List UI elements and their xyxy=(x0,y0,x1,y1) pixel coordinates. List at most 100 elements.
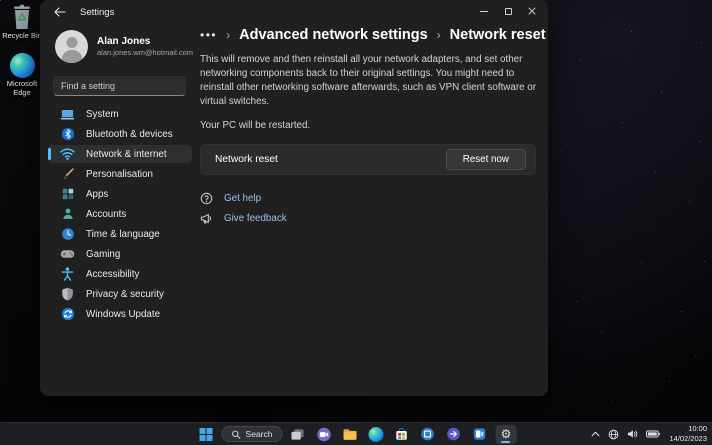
sidebar-item-label: Privacy & security xyxy=(86,289,164,300)
search-icon xyxy=(232,430,241,439)
windows-logo-icon xyxy=(200,428,213,441)
sidebar-item-bluetooth-devices[interactable]: Bluetooth & devices xyxy=(48,125,192,143)
card-label: Network reset xyxy=(215,154,278,165)
sidebar-item-gaming[interactable]: Gaming xyxy=(48,245,192,263)
network-reset-card: Network reset Reset now xyxy=(200,144,536,175)
give-feedback-link[interactable]: Give feedback xyxy=(200,212,287,225)
user-account[interactable]: Alan Jones alan.jones.wm@hotmail.com xyxy=(55,30,200,63)
user-info: Alan Jones alan.jones.wm@hotmail.com xyxy=(97,35,193,58)
breadcrumb: ••• › Advanced network settings › Networ… xyxy=(200,27,536,43)
avatar xyxy=(55,30,88,63)
edge-icon xyxy=(368,427,383,442)
photos-button[interactable] xyxy=(417,425,438,444)
desktop-icon-recycle-bin[interactable]: Recycle Bin xyxy=(2,4,42,41)
sidebar-item-accounts[interactable]: Accounts xyxy=(48,205,192,223)
sidebar-item-label: Gaming xyxy=(86,249,120,260)
widgets-button[interactable] xyxy=(469,425,490,444)
close-button[interactable] xyxy=(520,0,544,22)
get-help-link[interactable]: Get help xyxy=(200,192,261,205)
minimize-button[interactable] xyxy=(472,0,496,22)
sidebar-item-label: Bluetooth & devices xyxy=(86,129,173,140)
apps-grid-icon xyxy=(60,187,75,202)
desktop-icon-label: Microsoft Edge xyxy=(2,80,42,97)
get-help-label: Get help xyxy=(224,193,261,204)
desktop-icon-label: Recycle Bin xyxy=(2,32,42,41)
breadcrumb-parent[interactable]: Advanced network settings xyxy=(239,27,428,43)
clock-icon xyxy=(60,227,75,242)
file-explorer-button[interactable] xyxy=(339,425,360,444)
network-globe-icon[interactable] xyxy=(607,428,620,441)
taskbar: Search xyxy=(0,422,712,445)
file-explorer-icon xyxy=(342,428,357,441)
reset-now-button[interactable]: Reset now xyxy=(446,149,526,170)
clock-time: 10:00 xyxy=(669,424,707,434)
brush-icon xyxy=(60,167,75,182)
battery-icon[interactable] xyxy=(645,429,661,439)
main-content: ••• › Advanced network settings › Networ… xyxy=(200,24,536,225)
task-view-button[interactable] xyxy=(287,425,308,444)
sidebar-nav: System Bluetooth & devices Network & int… xyxy=(40,105,200,323)
search-box[interactable] xyxy=(53,76,186,96)
taskbar-search[interactable]: Search xyxy=(222,426,283,442)
widgets-icon xyxy=(473,427,487,441)
settings-gear-icon: ⚙ xyxy=(501,428,512,440)
search-input[interactable] xyxy=(61,81,178,91)
maximize-icon xyxy=(505,8,512,15)
edge-button[interactable] xyxy=(365,425,386,444)
sidebar-item-system[interactable]: System xyxy=(48,105,192,123)
start-button[interactable] xyxy=(196,425,217,444)
back-arrow-icon xyxy=(54,7,66,17)
system-icon xyxy=(60,107,75,122)
sidebar-item-personalisation[interactable]: Personalisation xyxy=(48,165,192,183)
sidebar-item-label: Time & language xyxy=(86,229,160,240)
volume-icon[interactable] xyxy=(626,428,639,440)
sidebar-item-label: Windows Update xyxy=(86,309,160,320)
page-title: Network reset xyxy=(450,27,546,43)
sidebar-item-windows-update[interactable]: Windows Update xyxy=(48,305,192,323)
chevron-right-icon: › xyxy=(226,28,230,42)
sidebar-item-privacy-security[interactable]: Privacy & security xyxy=(48,285,192,303)
edge-icon xyxy=(10,53,35,78)
store-button[interactable] xyxy=(391,425,412,444)
close-icon xyxy=(528,7,536,15)
minimize-icon xyxy=(480,11,488,12)
wifi-icon xyxy=(60,147,75,162)
hidden-icons-chevron[interactable] xyxy=(590,430,601,438)
maximize-button[interactable] xyxy=(496,0,520,22)
sidebar: Alan Jones alan.jones.wm@hotmail.com Sys… xyxy=(40,24,200,396)
taskbar-clock[interactable]: 10:00 14/02/2023 xyxy=(669,424,707,444)
sidebar-item-label: Apps xyxy=(86,189,108,200)
sidebar-item-apps[interactable]: Apps xyxy=(48,185,192,203)
sidebar-item-label: Personalisation xyxy=(86,169,153,180)
breadcrumb-ellipsis-button[interactable]: ••• xyxy=(200,29,217,41)
taskbar-search-label: Search xyxy=(246,429,273,439)
sidebar-item-label: Accounts xyxy=(86,209,126,220)
task-view-icon xyxy=(291,428,305,441)
settings-app-button[interactable]: ⚙ xyxy=(495,425,516,444)
system-tray: 10:00 14/02/2023 xyxy=(590,423,707,445)
sidebar-item-label: Network & internet xyxy=(86,149,167,160)
todo-button[interactable] xyxy=(443,425,464,444)
sidebar-item-time-language[interactable]: Time & language xyxy=(48,225,192,243)
sidebar-item-label: Accessibility xyxy=(86,269,139,280)
titlebar: Settings xyxy=(40,0,548,24)
give-feedback-label: Give feedback xyxy=(224,213,287,224)
user-name: Alan Jones xyxy=(97,35,193,48)
accessibility-person-icon xyxy=(60,267,75,282)
photos-icon xyxy=(421,427,435,441)
todo-arrow-icon xyxy=(447,427,461,441)
chat-camera-icon xyxy=(316,427,331,442)
user-email: alan.jones.wm@hotmail.com xyxy=(97,48,193,58)
wallpaper-stars xyxy=(0,0,1,1)
chat-button[interactable] xyxy=(313,425,334,444)
help-icon xyxy=(200,192,213,205)
bluetooth-icon xyxy=(60,127,75,142)
settings-window: Settings Alan Jones alan.jones.wm@hotmai… xyxy=(40,0,548,396)
back-button[interactable] xyxy=(52,4,68,20)
sidebar-item-network-internet[interactable]: Network & internet xyxy=(48,145,192,163)
desktop-icon-microsoft-edge[interactable]: Microsoft Edge xyxy=(2,53,42,97)
recycle-bin-icon xyxy=(10,4,34,30)
store-icon xyxy=(395,427,409,441)
sidebar-item-accessibility[interactable]: Accessibility xyxy=(48,265,192,283)
help-links: Get help Give feedback xyxy=(200,192,536,225)
